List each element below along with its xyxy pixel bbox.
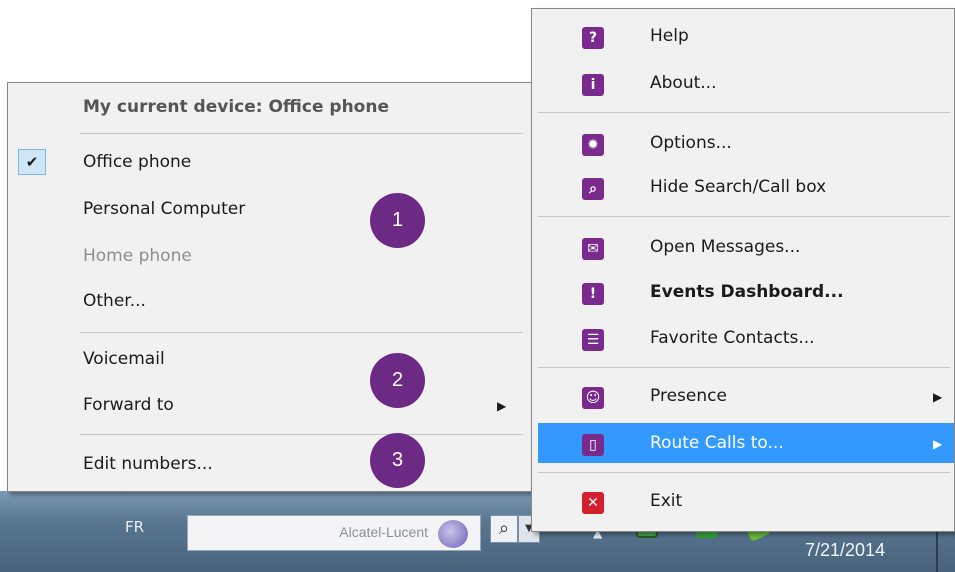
menu-separator — [538, 472, 950, 473]
menu-separator — [538, 367, 950, 368]
gear-icon: ✹ — [582, 134, 604, 156]
mail-icon: ✉ — [582, 238, 604, 260]
main-menu: ? Help i About... ✹ Options... ⌕ Hide Se… — [531, 8, 955, 532]
checkmark-icon: ✔ — [18, 149, 46, 175]
menu-separator — [80, 332, 523, 333]
submenu-arrow-icon: ▶ — [933, 437, 943, 451]
callout-badge-1: 1 — [370, 193, 425, 248]
callout-badge-3: 3 — [370, 433, 425, 488]
phone-icon: ▯ — [582, 434, 604, 456]
menu-separator — [538, 216, 950, 217]
search-box[interactable]: Alcatel-Lucent — [187, 515, 481, 551]
submenu-arrow-icon: ▶ — [497, 399, 507, 413]
presence-icon: ☺ — [582, 387, 604, 409]
search-icon[interactable]: ⌕ — [490, 515, 518, 543]
menu-separator — [538, 112, 950, 113]
menu-separator — [80, 434, 523, 435]
events-icon: ! — [582, 283, 604, 305]
info-icon: i — [582, 74, 604, 96]
help-icon: ? — [582, 27, 604, 49]
brand-label: Alcatel-Lucent — [339, 524, 428, 540]
menu-separator — [80, 133, 523, 134]
top-cut-text: ... the popup menu, ... — [168, 0, 358, 12]
contacts-icon: ☰ — [582, 329, 604, 351]
taskbar-date[interactable]: 7/21/2014 — [805, 540, 885, 561]
device-menu: My current device: Office phone ✔ Office… — [7, 82, 532, 492]
submenu-arrow-icon: ▶ — [933, 390, 943, 404]
search-icon: ⌕ — [582, 178, 604, 200]
language-indicator[interactable]: FR — [125, 518, 144, 536]
callout-badge-2: 2 — [370, 353, 425, 408]
taskbar-divider — [936, 530, 938, 572]
alcatel-logo-icon — [438, 520, 468, 548]
close-icon: ✕ — [582, 492, 604, 514]
